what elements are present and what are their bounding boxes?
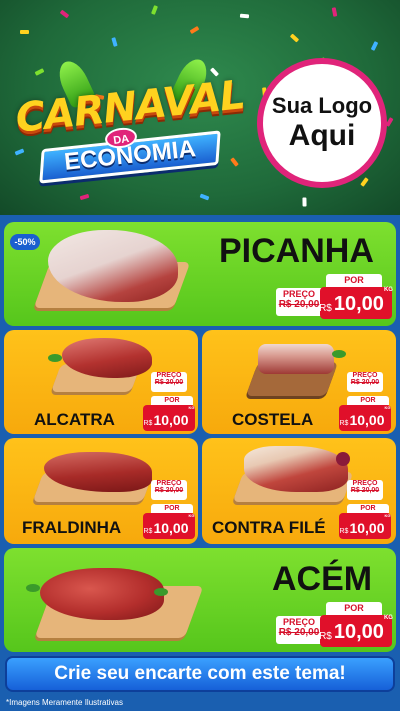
confetti-piece bbox=[111, 37, 118, 47]
onion-garnish bbox=[336, 452, 350, 466]
currency-label: R$ bbox=[319, 631, 332, 642]
por-label: POR bbox=[347, 396, 389, 405]
product-name: ACÉM bbox=[272, 560, 373, 598]
old-price: R$ 20,00 bbox=[154, 379, 184, 386]
unit-label: KG bbox=[384, 513, 391, 518]
preco-label-box: PREÇO R$ 20,00 bbox=[151, 372, 187, 392]
new-price: 10,00 bbox=[349, 412, 385, 428]
new-price: 10,00 bbox=[153, 412, 189, 428]
campaign-logo: CARNAVAL ECONOMIA DA bbox=[10, 58, 250, 188]
currency-label: R$ bbox=[319, 303, 332, 314]
acem-image bbox=[40, 568, 164, 620]
confetti-piece bbox=[289, 33, 300, 43]
confetti-piece bbox=[189, 25, 200, 35]
confetti-piece bbox=[239, 13, 250, 19]
old-price: R$ 20,00 bbox=[350, 487, 380, 494]
new-price-box: R$ 10,00 KG bbox=[339, 405, 391, 431]
preco-label: PREÇO bbox=[156, 480, 182, 487]
currency-label: R$ bbox=[339, 528, 349, 535]
product-card-fraldinha[interactable]: FRALDINHA PREÇO R$ 20,00 POR R$ 10,00 KG bbox=[4, 438, 198, 544]
preco-label-box: PREÇO R$ 20,00 bbox=[276, 616, 322, 644]
new-price-box: R$ 10,00 KG bbox=[319, 615, 393, 647]
price-block: PREÇO R$ 20,00 POR R$ 10,00 KG bbox=[143, 372, 197, 432]
product-card-alcatra[interactable]: ALCATRA PREÇO R$ 20,00 POR R$ 10,00 KG bbox=[4, 330, 198, 434]
unit-label: KG bbox=[188, 513, 195, 518]
confetti-piece bbox=[360, 177, 369, 187]
herb-garnish bbox=[26, 584, 40, 592]
product-name: FRALDINHA bbox=[22, 518, 122, 537]
unit-label: KG bbox=[383, 615, 393, 621]
contra-file-image bbox=[244, 446, 348, 492]
preco-label: PREÇO bbox=[282, 617, 315, 627]
por-label: POR bbox=[151, 504, 193, 513]
price-block: PREÇO R$ 20,00 POR R$ 10,00 KG bbox=[143, 480, 197, 542]
new-price: 10,00 bbox=[333, 293, 384, 315]
por-label: POR bbox=[151, 396, 193, 405]
price-block: PREÇO R$ 20,00 POR R$ 10,00 KG bbox=[339, 372, 393, 432]
confetti-piece bbox=[79, 193, 90, 201]
campaign-header: CARNAVAL ECONOMIA DA Sua Logo Aqui bbox=[0, 0, 400, 215]
new-price-box: R$ 10,00 KG bbox=[143, 405, 195, 431]
price-block: POR PREÇO R$ 20,00 R$ 10,00 KG bbox=[276, 274, 393, 322]
old-price: R$ 20,00 bbox=[278, 299, 320, 310]
unit-label: KG bbox=[383, 287, 393, 293]
new-price-box: R$ 10,00 KG bbox=[143, 513, 195, 539]
store-logo-placeholder: Sua Logo Aqui bbox=[257, 58, 387, 188]
preco-label-box: PREÇO R$ 20,00 bbox=[347, 372, 383, 392]
confetti-piece bbox=[199, 193, 210, 201]
preco-label: PREÇO bbox=[352, 480, 378, 487]
por-label: POR bbox=[326, 602, 382, 615]
create-flyer-button[interactable]: Crie seu encarte com este tema! bbox=[5, 656, 395, 692]
preco-label: PREÇO bbox=[282, 289, 315, 299]
confetti-piece bbox=[302, 197, 307, 207]
preco-label-box: PREÇO R$ 20,00 bbox=[151, 480, 187, 500]
preco-label: PREÇO bbox=[352, 372, 378, 379]
product-name: CONTRA FILÉ bbox=[212, 518, 326, 537]
new-price-box: R$ 10,00 KG bbox=[339, 513, 391, 539]
currency-label: R$ bbox=[143, 528, 153, 535]
product-name: PICANHA bbox=[219, 232, 374, 270]
herb-garnish bbox=[48, 354, 62, 362]
price-block: POR PREÇO R$ 20,00 R$ 10,00 KG bbox=[276, 602, 393, 650]
costela-image bbox=[258, 344, 334, 374]
unit-label: KG bbox=[188, 405, 195, 410]
price-block: PREÇO R$ 20,00 POR R$ 10,00 KG bbox=[339, 480, 393, 542]
confetti-piece bbox=[151, 5, 158, 15]
product-name: COSTELA bbox=[232, 410, 314, 429]
unit-label: KG bbox=[384, 405, 391, 410]
product-card-costela[interactable]: COSTELA PREÇO R$ 20,00 POR R$ 10,00 KG bbox=[202, 330, 396, 434]
confetti-piece bbox=[331, 7, 338, 17]
new-price: 10,00 bbox=[153, 520, 189, 536]
confetti-piece bbox=[20, 30, 29, 34]
new-price: 10,00 bbox=[333, 621, 384, 643]
product-name: ALCATRA bbox=[34, 410, 115, 429]
preco-label: PREÇO bbox=[156, 372, 182, 379]
por-label: POR bbox=[347, 504, 389, 513]
new-price-box: R$ 10,00 KG bbox=[319, 287, 393, 319]
old-price: R$ 20,00 bbox=[154, 487, 184, 494]
product-card-picanha[interactable]: PICANHA POR PREÇO R$ 20,00 R$ 10,00 KG bbox=[4, 222, 396, 326]
logo-text-line2: Aqui bbox=[288, 118, 356, 152]
product-card-contra-file[interactable]: CONTRA FILÉ PREÇO R$ 20,00 POR R$ 10,00 … bbox=[202, 438, 396, 544]
old-price: R$ 20,00 bbox=[350, 379, 380, 386]
old-price: R$ 20,00 bbox=[278, 627, 320, 638]
currency-label: R$ bbox=[143, 420, 153, 427]
currency-label: R$ bbox=[339, 420, 349, 427]
herb-garnish bbox=[332, 350, 346, 358]
confetti-piece bbox=[370, 41, 379, 51]
preco-label-box: PREÇO R$ 20,00 bbox=[276, 288, 322, 316]
preco-label-box: PREÇO R$ 20,00 bbox=[347, 480, 383, 500]
logo-text-line1: Sua Logo bbox=[271, 93, 373, 119]
confetti-piece bbox=[59, 9, 70, 19]
por-label: POR bbox=[326, 274, 382, 287]
product-card-acem[interactable]: ACÉM POR PREÇO R$ 20,00 R$ 10,00 KG bbox=[4, 548, 396, 652]
herb-garnish bbox=[154, 588, 168, 596]
discount-badge: -50% bbox=[10, 234, 40, 250]
new-price: 10,00 bbox=[349, 520, 385, 536]
image-disclaimer: *Imagens Meramente Ilustrativas bbox=[6, 698, 123, 707]
